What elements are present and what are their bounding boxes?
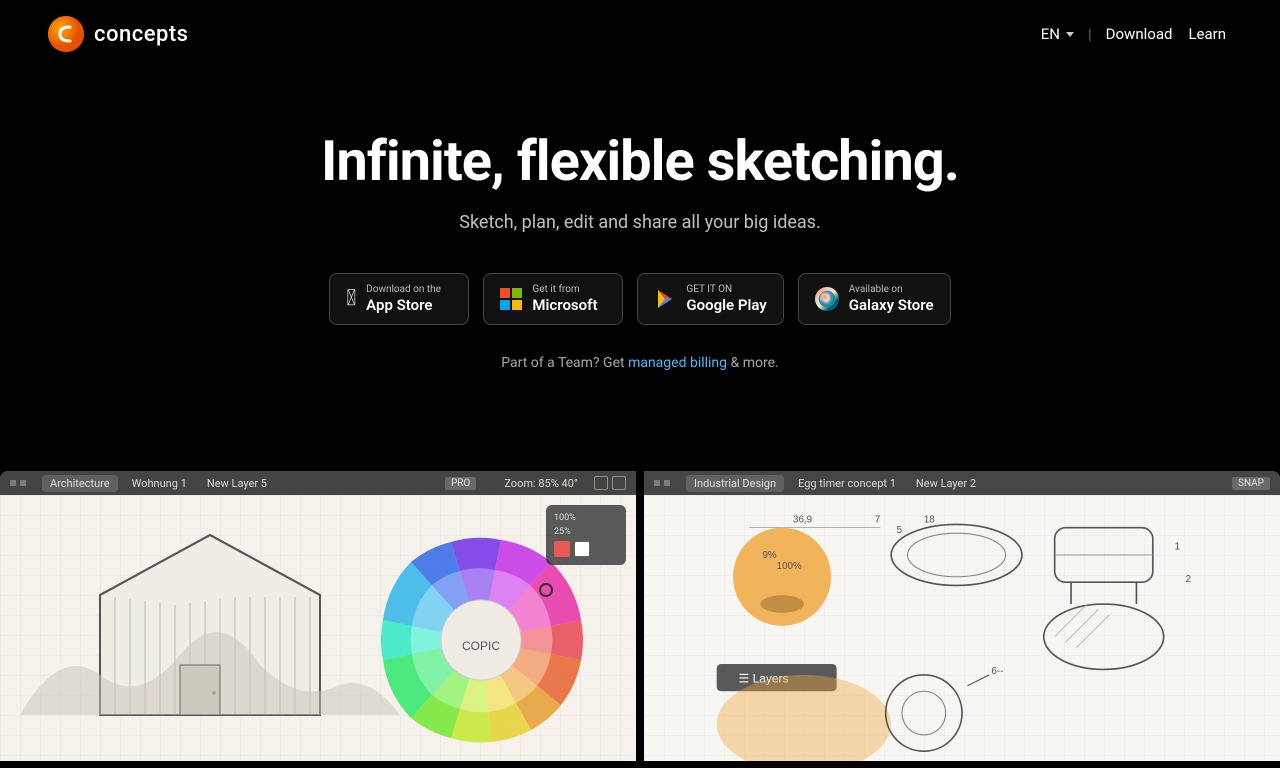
svg-text:6--: 6-- [991,666,1003,677]
microsoft-icon [500,288,522,310]
svg-text:COPIC: COPIC [462,639,500,653]
nav-right: EN | Download Learn [1035,21,1232,47]
snap-badge: SNAP [1232,477,1270,490]
industrial-canvas: 36,9 18 9% 100% ☰ Layers [644,495,1280,761]
app-store-button[interactable]:  Download on the App Store [329,273,469,325]
panel-gap [636,471,644,761]
microsoft-large-label: Microsoft [532,296,597,314]
building-sketch-svg [20,515,400,755]
hero-subtitle: Sketch, plan, edit and share all your bi… [20,212,1260,233]
tab-wohnung[interactable]: Wohnung 1 [126,475,193,492]
nav-divider: | [1088,25,1092,43]
panel-header-industrial: Industrial Design Egg timer concept 1 Ne… [644,471,1280,495]
galaxy-store-button[interactable]: Available on Galaxy Store [798,273,951,325]
svg-text:1: 1 [1175,542,1180,553]
svg-text:18: 18 [924,514,935,525]
svg-text:36,9: 36,9 [793,514,812,525]
architecture-canvas: COPIC 100% 25% [0,495,636,761]
logo-text: concepts [94,22,189,47]
pro-badge: PRO [445,477,476,490]
industrial-sketch-svg: 36,9 18 9% 100% ☰ Layers [644,495,1280,761]
hero-section: Infinite, flexible sketching. Sketch, pl… [0,68,1280,411]
team-line: Part of a Team? Get managed billing & mo… [20,355,1260,371]
store-buttons-group:  Download on the App Store Get it from … [20,273,1260,325]
learn-link[interactable]: Learn [1182,21,1232,47]
logo-icon [48,16,84,52]
svg-text:100%: 100% [777,561,802,572]
apple-icon:  [346,288,356,310]
google-play-small-label: GET IT ON [686,284,732,296]
tab-layer[interactable]: New Layer 5 [201,475,273,492]
logo[interactable]: concepts [48,16,189,52]
navbar: concepts EN | Download Learn [0,0,1280,68]
google-play-large-label: Google Play [686,296,766,314]
svg-text:9%: 9% [762,550,776,561]
panel-header-architecture: Architecture Wohnung 1 New Layer 5 PRO Z… [0,471,636,495]
screenshot-industrial: Industrial Design Egg timer concept 1 Ne… [644,471,1280,761]
tab-architecture[interactable]: Architecture [42,475,118,492]
hero-title: Infinite, flexible sketching. [20,128,1260,194]
language-selector[interactable]: EN [1035,21,1080,47]
svg-text:7: 7 [875,514,880,525]
managed-billing-link[interactable]: managed billing [628,355,727,371]
team-suffix: & more. [731,355,779,371]
galaxy-store-large-label: Galaxy Store [849,296,934,314]
galaxy-store-small-label: Available on [849,284,903,296]
app-store-large-label: App Store [366,296,432,314]
tab-layer2[interactable]: New Layer 2 [910,475,982,492]
svg-text:2: 2 [1185,574,1190,585]
svg-text:5: 5 [897,525,903,536]
chevron-down-icon [1066,32,1074,37]
google-play-button[interactable]: GET IT ON Google Play [637,273,783,325]
galaxy-store-icon [815,287,839,311]
team-prefix: Part of a Team? Get [501,355,624,371]
tab-egg-timer[interactable]: Egg timer concept 1 [792,475,902,492]
google-play-icon [654,288,676,310]
app-store-small-label: Download on the [366,284,441,296]
lang-label: EN [1041,25,1060,43]
screenshots-section: Architecture Wohnung 1 New Layer 5 PRO Z… [0,471,1280,761]
color-picker-ui: 100% 25% [546,505,626,565]
zoom-label: Zoom: 85% 40° [504,477,578,490]
download-link[interactable]: Download [1100,21,1179,47]
tab-industrial[interactable]: Industrial Design [686,475,784,492]
screenshot-architecture: Architecture Wohnung 1 New Layer 5 PRO Z… [0,471,636,761]
microsoft-small-label: Get it from [532,284,579,296]
microsoft-store-button[interactable]: Get it from Microsoft [483,273,623,325]
